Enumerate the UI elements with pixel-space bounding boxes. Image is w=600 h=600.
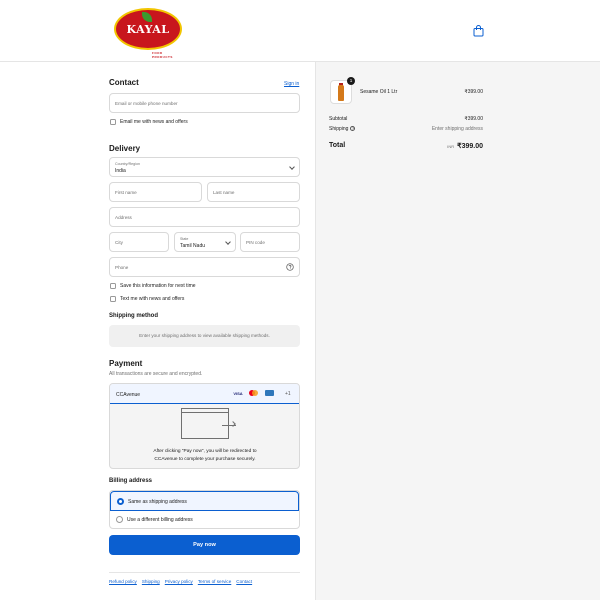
first-name-field[interactable]: First name (109, 182, 202, 202)
billing-same-label: Same as shipping address (128, 499, 187, 505)
redirect-line-1: After clicking “Pay now”, you will be re… (153, 449, 257, 454)
chevron-down-icon (289, 164, 295, 170)
state-label: State (180, 237, 189, 241)
browser-window-icon (181, 408, 229, 439)
total-label: Total (329, 142, 346, 149)
billing-different-label: Use a different billing address (127, 517, 193, 523)
payment-method-box: CCAvenue VISA +1 After clicking “Pay now… (109, 383, 300, 469)
browser-bar (182, 412, 228, 413)
footer-link-refund[interactable]: Refund policy (109, 579, 137, 584)
country-select[interactable]: Country/Region India (109, 157, 300, 177)
address-placeholder: Address (115, 215, 132, 220)
mastercard-icon-overlap (252, 390, 258, 396)
help-icon[interactable] (286, 263, 294, 271)
country-value: India (115, 168, 126, 174)
state-value: Tamil Nadu (180, 243, 206, 249)
text-offers-label: Text me with news and offers (120, 296, 185, 302)
payment-heading: Payment (109, 359, 143, 368)
shipping-label: Shipping (329, 126, 349, 132)
logo-text: KAYAL (126, 23, 170, 36)
billing-heading: Billing address (109, 478, 153, 484)
contact-heading: Contact (109, 78, 139, 87)
brand-logo[interactable]: KAYAL FOOD PRODUCTS (114, 8, 182, 59)
city-field[interactable]: City (109, 232, 169, 252)
save-info-label: Save this information for next time (120, 283, 196, 289)
more-cards-badge: +1 (285, 391, 291, 397)
shipping-method-box: Enter your shipping address to view avai… (109, 325, 300, 347)
shipping-method-message: Enter your shipping address to view avai… (139, 333, 270, 338)
country-label: Country/Region (115, 162, 140, 166)
pin-code-placeholder: PIN code (246, 240, 265, 245)
save-info-checkbox[interactable] (110, 283, 116, 289)
footer-link-terms[interactable]: Terms of service (198, 579, 231, 584)
pay-now-button[interactable]: Pay now (109, 535, 300, 555)
shipping-method-heading: Shipping method (109, 313, 158, 319)
first-name-placeholder: First name (115, 190, 137, 195)
last-name-field[interactable]: Last name (207, 182, 300, 202)
phone-field[interactable]: Phone (109, 257, 300, 277)
product-name: Sesame Oil 1 Ltr (360, 89, 398, 95)
total-value: ₹399.00 (457, 143, 483, 150)
ccavenue-option[interactable]: CCAvenue VISA +1 (110, 384, 299, 404)
subtotal-value: ₹399.00 (464, 116, 483, 122)
footer-link-shipping[interactable]: Shipping (142, 579, 160, 584)
logo-tagline: FOOD PRODUCTS (152, 51, 173, 59)
billing-options: Same as shipping address Use a different… (109, 490, 300, 529)
billing-different-option[interactable]: Use a different billing address (110, 511, 299, 528)
payment-subtitle: All transactions are secure and encrypte… (109, 371, 203, 377)
state-select[interactable]: State Tamil Nadu (174, 232, 236, 252)
pin-code-field[interactable]: PIN code (240, 232, 300, 252)
email-field[interactable]: Email or mobile phone number (109, 93, 300, 113)
oil-bottle-icon (338, 85, 344, 101)
subtotal-label: Subtotal (329, 116, 348, 122)
sign-in-link[interactable]: Sign in (284, 81, 299, 87)
page-header: KAYAL FOOD PRODUCTS (0, 0, 600, 62)
payment-method-label: CCAvenue (116, 392, 141, 398)
amex-icon (265, 390, 274, 396)
question-icon[interactable]: ? (350, 126, 356, 132)
address-field[interactable]: Address (109, 207, 300, 227)
city-placeholder: City (115, 240, 123, 245)
footer-links: Refund policy Shipping Privacy policy Terms… (109, 579, 257, 584)
delivery-heading: Delivery (109, 144, 141, 153)
shipping-value: Enter shipping address (431, 126, 483, 132)
redirect-line-2: CCAvenue to complete your purchase secur… (154, 457, 256, 462)
footer-link-contact[interactable]: Contact (236, 579, 252, 584)
last-name-placeholder: Last name (213, 190, 235, 195)
shopping-bag-icon[interactable] (473, 25, 484, 37)
phone-placeholder: Phone (115, 265, 129, 270)
product-price: ₹399.00 (464, 89, 483, 95)
news-checkbox-label: Email me with news and offers (120, 119, 188, 125)
radio-unselected[interactable] (116, 516, 123, 523)
quantity-badge: 1 (347, 77, 355, 85)
footer-divider (109, 572, 300, 573)
shipping-label-row: Shipping? (329, 126, 356, 132)
total-row: INR ₹399.00 (425, 142, 483, 150)
redirect-message: After clicking “Pay now”, you will be re… (130, 448, 280, 464)
chevron-down-icon (225, 239, 231, 245)
billing-same-option[interactable]: Same as shipping address (110, 491, 299, 511)
news-checkbox[interactable] (110, 119, 116, 125)
visa-icon: VISA (233, 391, 243, 396)
text-offers-checkbox[interactable] (110, 296, 116, 302)
footer-link-privacy[interactable]: Privacy policy (165, 579, 193, 584)
radio-selected[interactable] (117, 498, 124, 505)
currency-code: INR (447, 144, 455, 149)
email-placeholder: Email or mobile phone number (115, 101, 178, 106)
